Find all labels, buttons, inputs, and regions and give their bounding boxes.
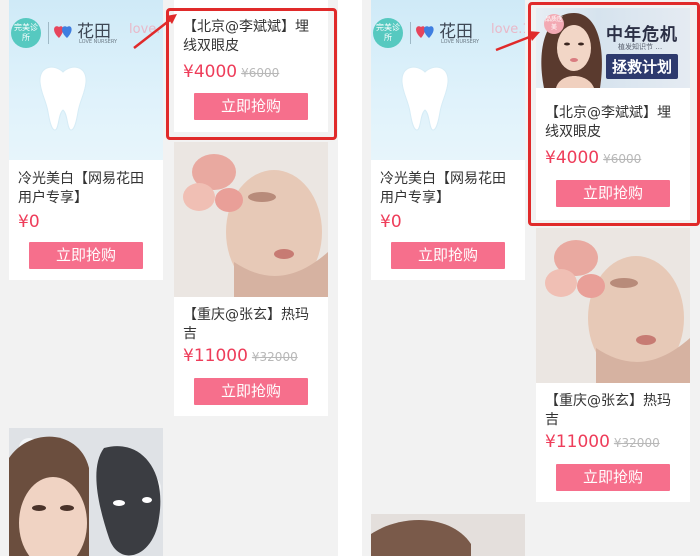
original-price: ¥32000 (251, 350, 298, 364)
red-arrow-icon (133, 14, 177, 49)
product-title: 冷光美白【网易花田用户专享】 (380, 171, 506, 206)
clinic-logo: 完美诊所 (373, 18, 403, 48)
price-row: ¥11000 ¥32000 (545, 432, 660, 452)
clinic-logo: 完美诊所 (11, 18, 41, 48)
price-row: ¥0 (380, 212, 402, 232)
brand-subtitle: LOVE NURSERY (79, 39, 118, 45)
product-card-thermage[interactable]: 【重庆@张玄】热玛吉 ¥11000 ¥32000 立即抢购 (174, 142, 328, 416)
product-photo (371, 514, 525, 556)
product-image (536, 228, 690, 383)
product-title: 【重庆@张玄】热玛吉 (545, 393, 671, 428)
brand-subtitle: LOVE NURSERY (441, 39, 480, 45)
product-card-mask[interactable] (371, 514, 525, 556)
logo-divider (410, 22, 411, 44)
current-price: ¥11000 (183, 346, 248, 366)
woman-face-photo (174, 142, 328, 297)
current-price: ¥0 (380, 212, 402, 232)
highlight-box (528, 2, 700, 226)
product-image (174, 142, 328, 297)
red-arrow-icon (495, 31, 540, 52)
logo-divider (48, 22, 49, 44)
buy-now-button[interactable]: 立即抢购 (556, 464, 670, 491)
separator (338, 0, 362, 556)
hearts-icon (416, 26, 434, 38)
hearts-icon (54, 26, 72, 38)
buy-now-button[interactable]: 立即抢购 (194, 378, 308, 405)
woman-mask-photo (9, 428, 163, 556)
tooth-icon (401, 66, 449, 131)
product-card-thermage[interactable]: 【重庆@张玄】热玛吉 ¥11000 ¥32000 立即抢购 (536, 228, 690, 502)
buy-now-button[interactable]: 立即抢购 (391, 242, 505, 269)
price-row: ¥11000 ¥32000 (183, 346, 298, 366)
product-title: 【重庆@张玄】热玛吉 (183, 307, 309, 342)
tooth-icon (39, 66, 87, 131)
right-screenshot: 完美诊所 花田 LOVE NURSERY love.1 冷光美白【网易花田用户专… (362, 0, 700, 556)
current-price: ¥11000 (545, 432, 610, 452)
highlight-box (166, 8, 337, 140)
left-screenshot: 完美诊所 花田 LOVE NURSERY love. 冷光美白【网易花田用户专享… (0, 0, 338, 556)
original-price: ¥32000 (613, 436, 660, 450)
buy-now-button[interactable]: 立即抢购 (29, 242, 143, 269)
product-card-mask[interactable] (9, 428, 163, 556)
woman-face-photo (536, 228, 690, 383)
current-price: ¥0 (18, 212, 40, 232)
product-title: 冷光美白【网易花田用户专享】 (18, 171, 144, 206)
price-row: ¥0 (18, 212, 40, 232)
